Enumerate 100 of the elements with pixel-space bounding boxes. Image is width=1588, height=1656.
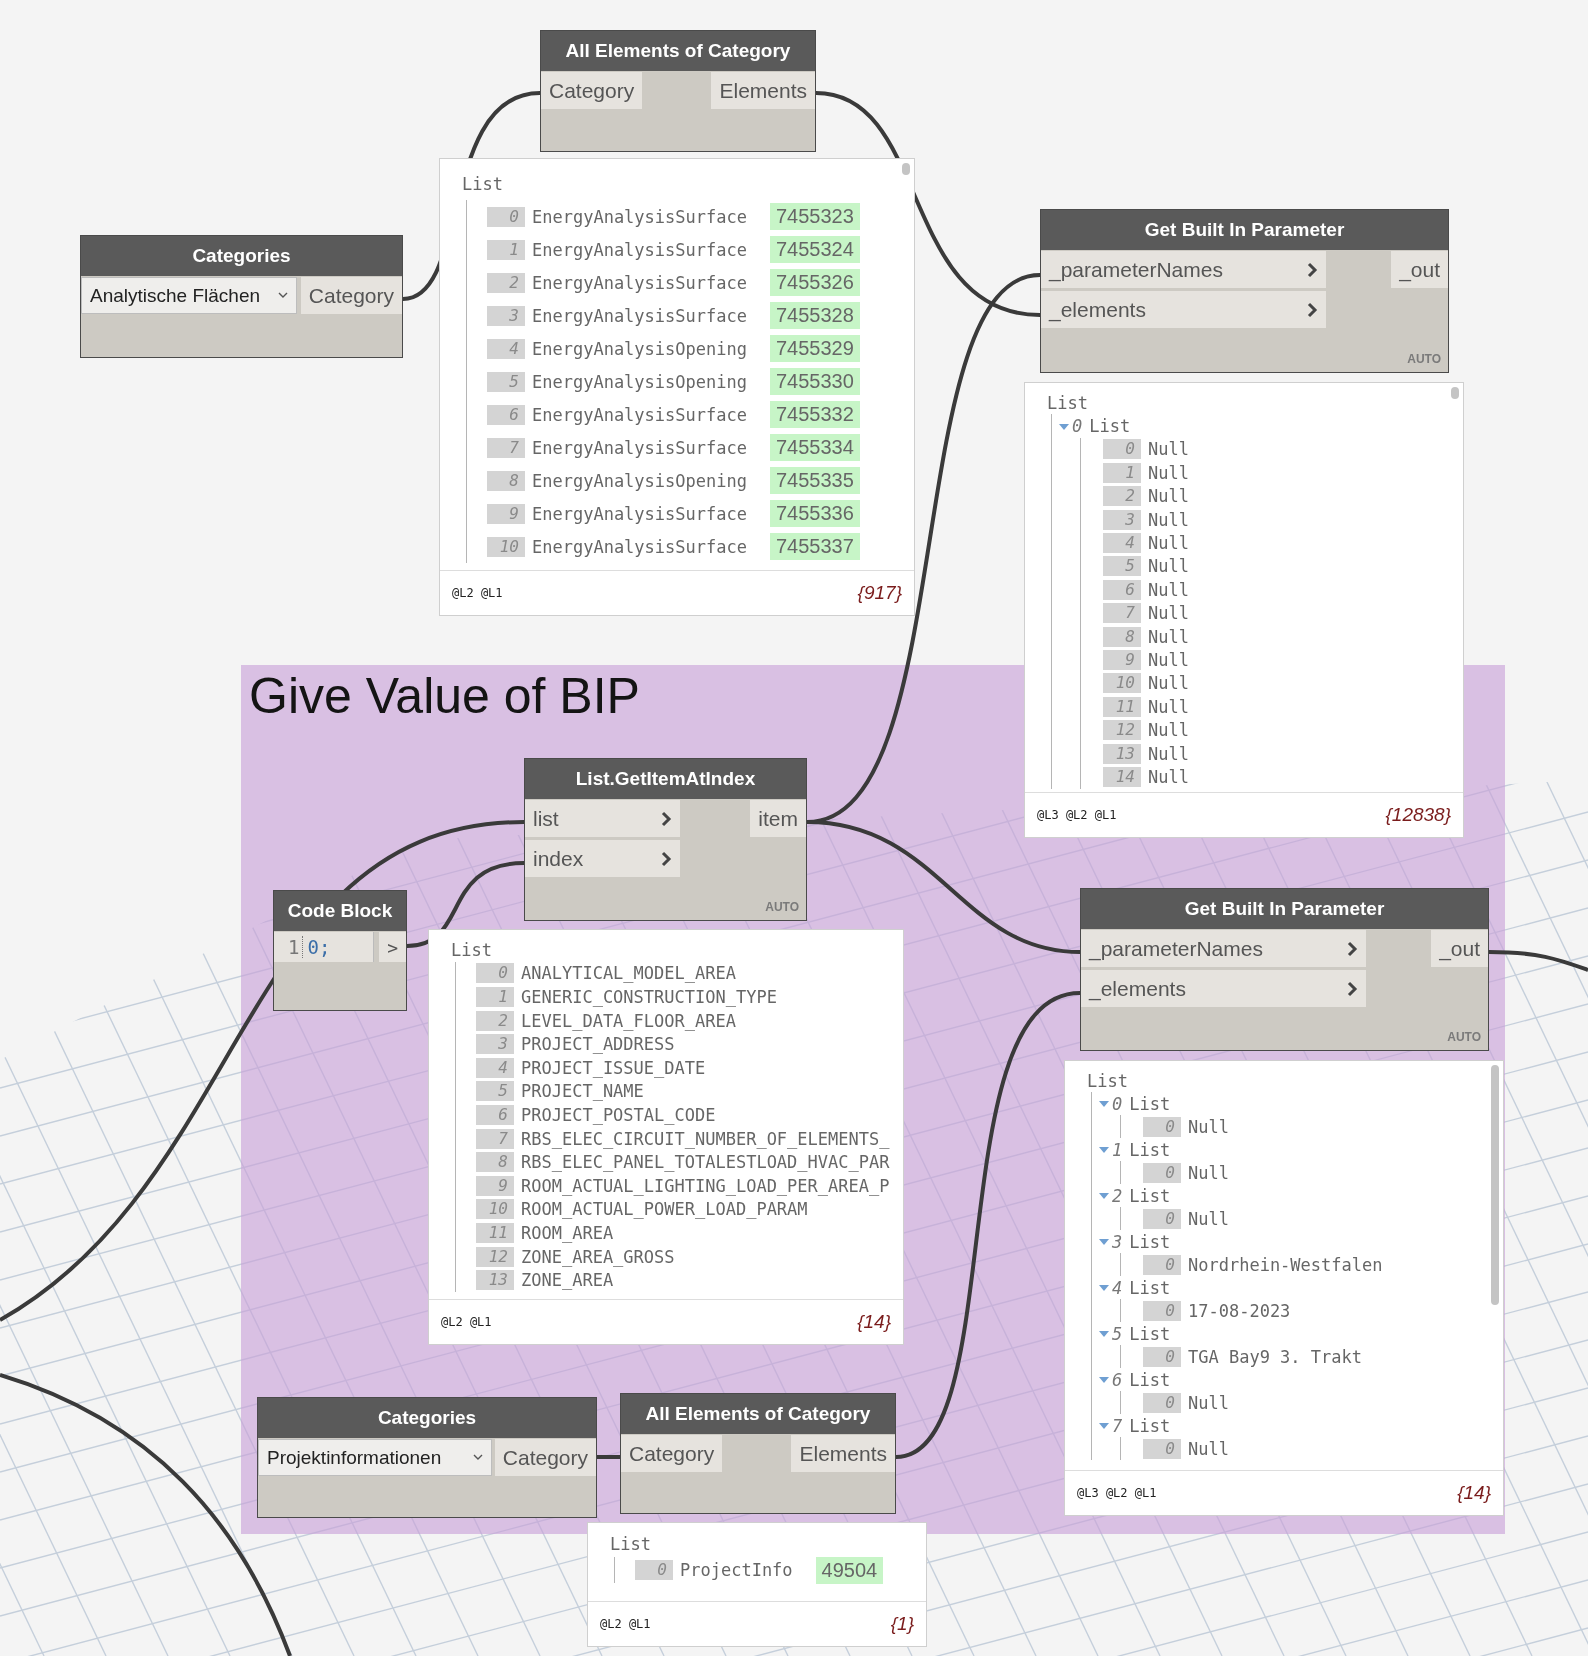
chevron-icon [1307,261,1318,278]
code-editor[interactable]: 1 0; [274,932,374,962]
output-port[interactable]: Elements [711,72,815,109]
expand-triangle-icon[interactable] [1098,1145,1110,1154]
category-dropdown[interactable]: Analytische Flächen [81,277,297,314]
output-port[interactable]: item [750,800,806,837]
expand-triangle-icon[interactable] [1098,1375,1110,1384]
list-item-text: Null [1148,626,1189,647]
list-index: 0 [1143,1162,1181,1183]
node-title: Categories [258,1398,596,1438]
list-item-text: ROOM_AREA [521,1222,614,1243]
list-index: 8 [476,1152,514,1173]
output-port[interactable]: Category [300,277,402,314]
list-item-text: List [1129,1277,1171,1298]
list-item-text: Null [1188,1392,1229,1413]
list-index: 6 [1112,1369,1123,1390]
output-port[interactable]: _out [1391,251,1448,288]
element-id[interactable]: 7455329 [769,335,860,362]
list-index: 3 [476,1034,514,1055]
input-port[interactable]: _parameterNames [1081,930,1366,967]
chevron-icon [1347,940,1358,957]
item-count: {14} [857,1311,891,1333]
output-port[interactable]: _out [1431,930,1488,967]
element-id[interactable]: 7455334 [769,434,860,461]
element-id[interactable]: 7455336 [769,500,860,527]
node-title: Code Block [274,891,406,931]
list-item-text: PROJECT_ADDRESS [521,1034,675,1055]
list-levels: @L2 @L1 [441,1315,492,1329]
list-item-text: Null [1188,1208,1229,1229]
output-port[interactable]: Category [494,1439,596,1476]
element-id[interactable]: 49504 [815,1556,884,1584]
output-port[interactable]: > [379,932,406,962]
element-id[interactable]: 7455335 [769,467,860,494]
element-id[interactable]: 7455324 [769,236,860,263]
expand-triangle-icon[interactable] [1058,421,1070,431]
connector-wire [597,1455,620,1459]
code-text: 0; [307,936,331,958]
list-item-text: EnergyAnalysisSurface [532,272,747,293]
element-id[interactable]: 7455330 [769,368,860,395]
list-levels: @L3 @L2 @L1 [1037,808,1117,822]
list-item-text: EnergyAnalysisSurface [532,206,747,227]
list-item-text: List [1129,1185,1171,1206]
input-port[interactable]: _elements [1081,970,1366,1007]
node-title: All Elements of Category [621,1394,895,1434]
input-port[interactable]: Category [541,72,643,109]
element-id[interactable]: 7455328 [769,302,860,329]
expand-triangle-icon[interactable] [1098,1329,1110,1338]
list-index: 1 [1112,1139,1123,1160]
input-port[interactable]: _elements [1041,291,1326,328]
input-port[interactable]: _parameterNames [1041,251,1326,288]
list-index: 13 [476,1270,514,1291]
list-item-text: Null [1148,650,1189,670]
scrollbar-thumb[interactable] [1491,1065,1499,1305]
list-item-text: Null [1188,1162,1229,1183]
element-id[interactable]: 7455337 [769,533,860,560]
code-line-number: 1 [288,936,304,958]
scrollbar-thumb[interactable] [1451,387,1459,399]
expand-triangle-icon[interactable] [1098,1191,1110,1200]
list-item-text: List [1129,1231,1171,1252]
list-item-text: Null [1148,743,1189,764]
scrollbar-thumb[interactable] [902,163,910,175]
list-index: 0 [1072,416,1083,437]
list-label: List [1087,1070,1128,1091]
output-port[interactable]: Elements [791,1435,895,1472]
list-index: 3 [1103,509,1141,530]
element-id[interactable]: 7455332 [769,401,860,428]
list-index: 0 [1143,1116,1181,1137]
list-index: 9 [476,1175,514,1196]
input-port[interactable]: list [525,800,680,837]
node-title: List.GetItemAtIndex [525,759,806,799]
list-label: List [1047,392,1088,413]
list-item-text: EnergyAnalysisOpening [532,470,747,491]
element-id[interactable]: 7455323 [769,203,860,230]
input-port[interactable]: index [525,840,680,877]
list-index: 0 [1143,1254,1181,1275]
list-index: 1 [487,239,525,260]
expand-triangle-icon[interactable] [1098,1421,1110,1430]
list-index: 11 [1103,696,1141,717]
list-index: 1 [1103,462,1141,483]
element-id[interactable]: 7455326 [769,269,860,296]
node-title: Categories [81,236,402,276]
category-dropdown[interactable]: Projektinformationen [258,1439,492,1476]
list-index: 2 [1103,486,1141,507]
list-index: 9 [487,503,525,524]
expand-triangle-icon[interactable] [1098,1283,1110,1292]
caret-icon [473,1454,483,1461]
list-item-text: PROJECT_NAME [521,1081,644,1102]
list-item-text: ProjectInfo [680,1560,793,1580]
expand-triangle-icon[interactable] [1098,1099,1110,1108]
list-index: 12 [1103,720,1141,741]
list-item-text: List [1129,1093,1171,1114]
list-item-text: RBS_ELEC_PANEL_TOTALESTLOAD_HVAC_PAR [521,1152,890,1173]
list-index: 0 [1143,1208,1181,1229]
list-index: 9 [1103,650,1141,670]
list-item-text: ZONE_AREA_GROSS [521,1246,675,1267]
list-index: 6 [476,1104,514,1125]
input-port[interactable]: Category [621,1435,723,1472]
item-count: {14} [1457,1482,1491,1504]
list-index: 11 [476,1222,514,1243]
expand-triangle-icon[interactable] [1098,1237,1110,1246]
